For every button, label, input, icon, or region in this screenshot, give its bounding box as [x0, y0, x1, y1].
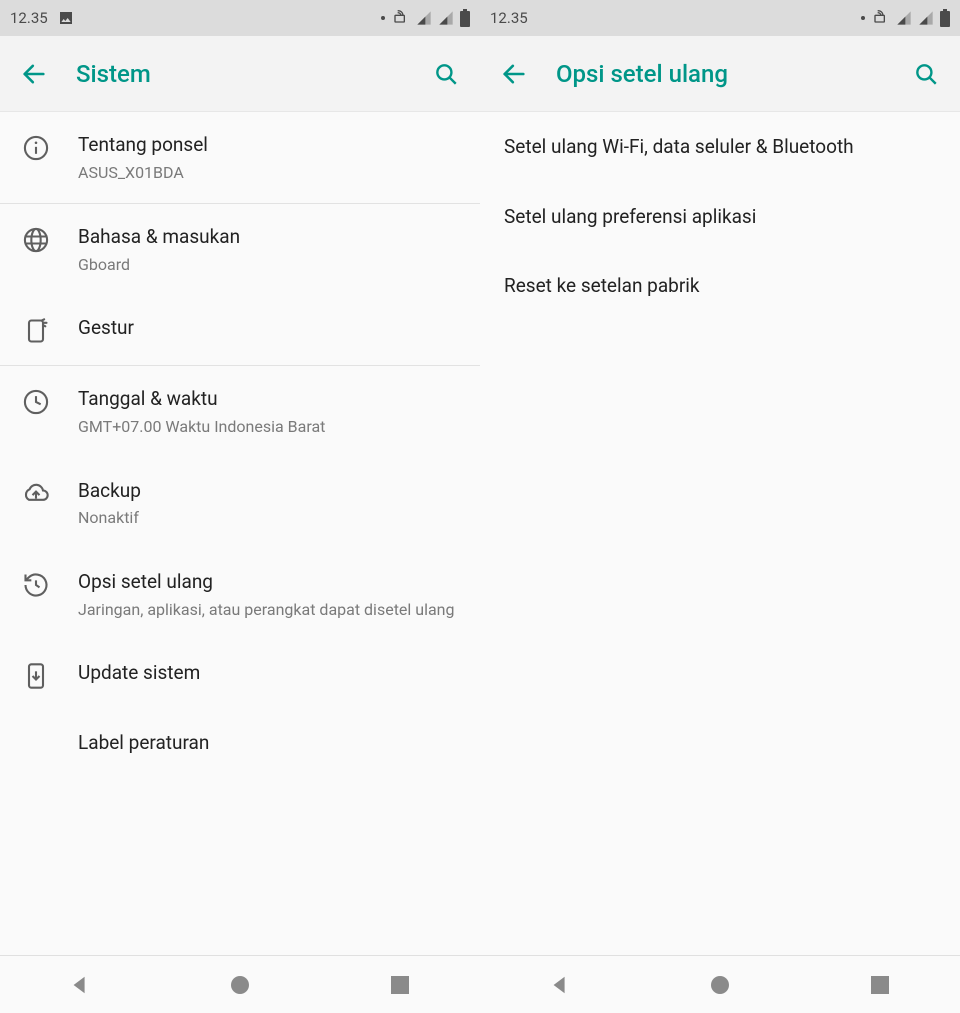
item-sub: Nonaktif — [78, 507, 458, 529]
item-title: Tentang ponsel — [78, 132, 458, 158]
item-language-input[interactable]: Bahasa & masukan Gboard — [0, 204, 480, 295]
item-title: Tanggal & waktu — [78, 386, 458, 412]
nav-home-button[interactable] — [675, 961, 765, 1009]
item-title: Reset ke setelan pabrik — [504, 274, 700, 297]
app-bar: Opsi setel ulang — [480, 36, 960, 112]
item-reset-network[interactable]: Setel ulang Wi-Fi, data seluler & Blueto… — [480, 112, 960, 182]
battery-icon — [940, 9, 950, 27]
item-backup[interactable]: Backup Nonaktif — [0, 458, 480, 549]
cloud-upload-icon — [22, 478, 78, 508]
item-regulatory-label[interactable]: Label peraturan — [0, 710, 480, 776]
search-button[interactable] — [902, 50, 950, 98]
item-gestures[interactable]: Gestur — [0, 295, 480, 365]
item-factory-reset[interactable]: Reset ke setelan pabrik — [480, 251, 960, 321]
system-update-icon — [22, 660, 78, 690]
nav-home-button[interactable] — [195, 961, 285, 1009]
blank-icon — [22, 730, 78, 732]
status-time: 12.35 — [10, 9, 48, 27]
item-title: Opsi setel ulang — [78, 569, 458, 595]
dot-icon — [380, 15, 386, 21]
item-sub: GMT+07.00 Waktu Indonesia Barat — [78, 416, 458, 438]
item-title: Backup — [78, 478, 458, 504]
nav-bar — [480, 955, 960, 1013]
back-button[interactable] — [490, 50, 538, 98]
image-icon — [58, 10, 74, 26]
item-system-update[interactable]: Update sistem — [0, 640, 480, 710]
system-list: Tentang ponsel ASUS_X01BDA Bahasa & masu… — [0, 112, 480, 955]
item-title: Label peraturan — [78, 730, 458, 756]
page-title: Opsi setel ulang — [538, 60, 902, 88]
volte-icon — [872, 10, 890, 26]
battery-icon — [460, 9, 470, 27]
back-button[interactable] — [10, 50, 58, 98]
status-bar: 12.35 — [480, 0, 960, 36]
item-about-phone[interactable]: Tentang ponsel ASUS_X01BDA — [0, 112, 480, 203]
right-pane: 12.35 Opsi setel ulang Setel ulang Wi-Fi… — [480, 0, 960, 1013]
globe-icon — [22, 224, 78, 254]
item-date-time[interactable]: Tanggal & waktu GMT+07.00 Waktu Indonesi… — [0, 366, 480, 457]
item-sub: ASUS_X01BDA — [78, 162, 458, 184]
dot-icon — [860, 15, 866, 21]
item-reset-app-prefs[interactable]: Setel ulang preferensi aplikasi — [480, 182, 960, 252]
item-sub: Gboard — [78, 254, 458, 276]
item-title: Gestur — [78, 315, 458, 341]
signal-icon-2 — [438, 10, 454, 26]
status-bar: 12.35 — [0, 0, 480, 36]
search-button[interactable] — [422, 50, 470, 98]
restore-icon — [22, 569, 78, 599]
item-title: Update sistem — [78, 660, 458, 686]
nav-back-button[interactable] — [515, 961, 605, 1009]
signal-icon-2 — [918, 10, 934, 26]
nav-recents-button[interactable] — [835, 961, 925, 1009]
volte-icon — [392, 10, 410, 26]
item-sub: Jaringan, aplikasi, atau perangkat dapat… — [78, 599, 458, 621]
nav-bar — [0, 955, 480, 1013]
clock-icon — [22, 386, 78, 416]
signal-icon-1 — [416, 10, 432, 26]
app-bar: Sistem — [0, 36, 480, 112]
status-time: 12.35 — [490, 9, 528, 27]
left-pane: 12.35 Sistem Tentang pons — [0, 0, 480, 1013]
page-title: Sistem — [58, 60, 422, 88]
item-title: Setel ulang Wi-Fi, data seluler & Blueto… — [504, 135, 854, 158]
item-reset-options[interactable]: Opsi setel ulang Jaringan, aplikasi, ata… — [0, 549, 480, 640]
nav-recents-button[interactable] — [355, 961, 445, 1009]
info-icon — [22, 132, 78, 162]
item-title: Bahasa & masukan — [78, 224, 458, 250]
gesture-icon — [22, 315, 78, 345]
reset-list: Setel ulang Wi-Fi, data seluler & Blueto… — [480, 112, 960, 955]
nav-back-button[interactable] — [35, 961, 125, 1009]
signal-icon-1 — [896, 10, 912, 26]
item-title: Setel ulang preferensi aplikasi — [504, 205, 756, 228]
